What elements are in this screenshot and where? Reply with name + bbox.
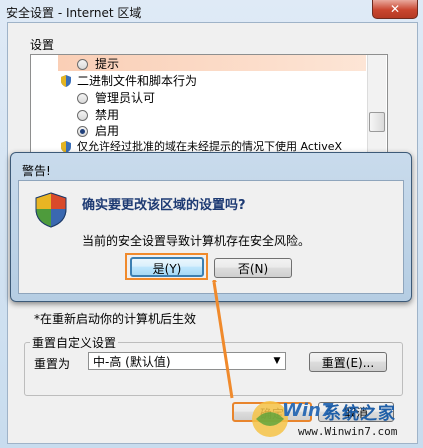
tree-row-label: 二进制文件和脚本行为	[77, 74, 198, 88]
radio-disable[interactable]	[77, 110, 88, 121]
security-level-select[interactable]: 中-高 (默认值)	[88, 352, 286, 370]
dialog-title: 警告!	[22, 164, 51, 178]
radio-enable[interactable]	[77, 126, 88, 137]
radio-prompt[interactable]	[77, 59, 88, 70]
scrollbar-thumb[interactable]	[369, 112, 385, 132]
tree-row-admin-approved[interactable]: 管理员认可	[31, 90, 367, 106]
reset-button[interactable]: 重置(E)...	[309, 352, 387, 372]
tree-row-label: 管理员认可	[95, 91, 156, 105]
settings-scrollbar[interactable]	[367, 55, 386, 154]
settings-tree-list[interactable]: 提示 二进制文件和脚本行为 管理员认可 禁用 启用 仅允许经过批准的域在未经提示…	[30, 54, 388, 156]
settings-label: 设置	[30, 38, 55, 52]
tree-row-label: 提示	[95, 57, 120, 71]
dialog-message: 当前的安全设置导致计算机存在安全风险。	[82, 234, 311, 248]
tree-row-label: 启用	[95, 124, 120, 138]
radio-admin-approved[interactable]	[77, 93, 88, 104]
shield-icon	[61, 75, 71, 87]
reset-to-label: 重置为	[34, 357, 71, 371]
watermark-brand: 系统之家	[324, 404, 396, 424]
tree-row-enable[interactable]: 启用	[31, 123, 367, 139]
no-button[interactable]: 否(N)	[214, 258, 292, 278]
dialog-question: 确实要更改该区域的设置吗?	[82, 198, 246, 213]
tree-row-disable[interactable]: 禁用	[31, 107, 367, 123]
reset-custom-group-label: 重置自定义设置	[30, 334, 119, 351]
window-title: 安全设置 - Internet 区域	[6, 6, 142, 20]
security-shield-icon	[35, 192, 67, 228]
annotation-arrow	[212, 280, 234, 399]
tree-row-label: 禁用	[95, 108, 120, 122]
chevron-down-icon[interactable]: ▼	[270, 353, 284, 369]
restart-note: *在重新启动你的计算机后生效	[34, 312, 197, 326]
tree-row-prompt[interactable]: 提示	[31, 56, 367, 72]
watermark-url: www.Winwin7.com	[298, 425, 398, 438]
yes-button[interactable]: 是(Y)	[130, 257, 204, 277]
close-button[interactable]: ✕	[372, 0, 418, 19]
tree-row-binary-scripts[interactable]: 二进制文件和脚本行为	[31, 73, 367, 89]
